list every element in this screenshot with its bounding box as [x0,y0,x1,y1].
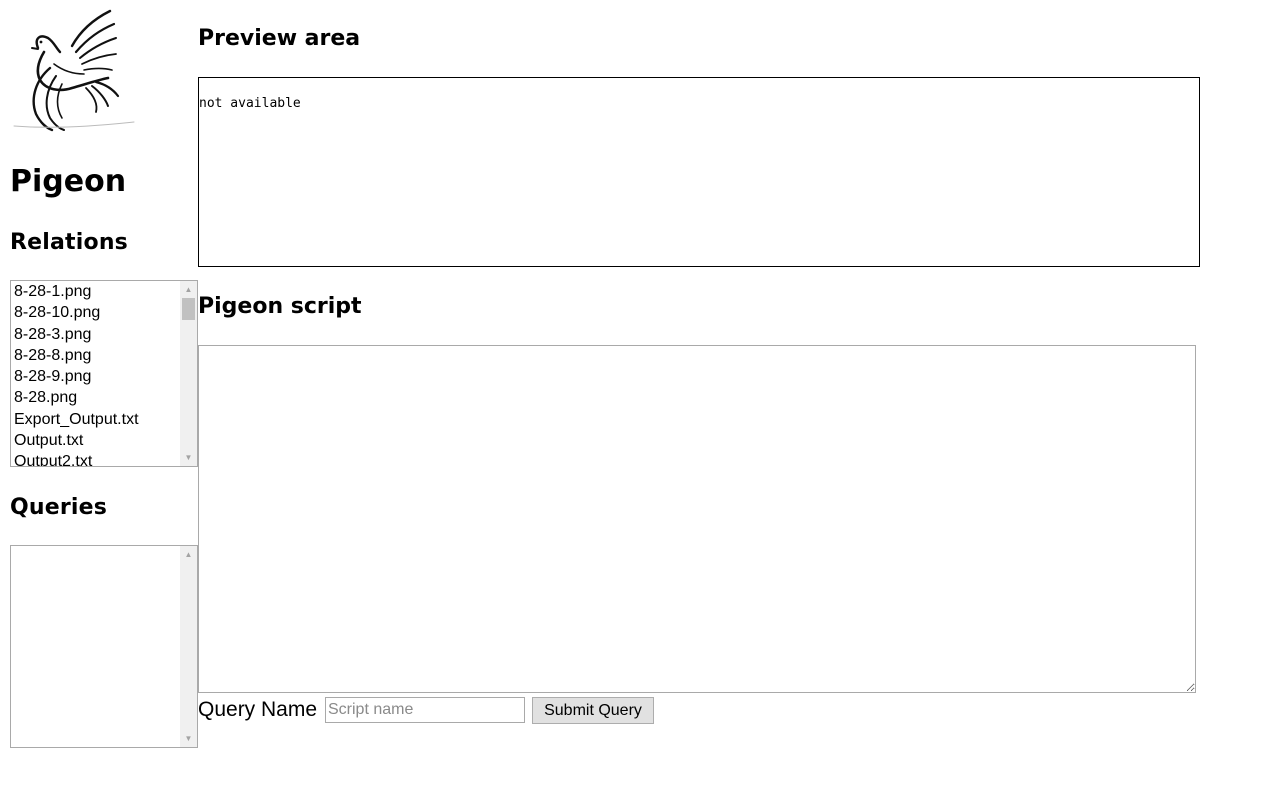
relations-items: 8-28-1.png 8-28-10.png 8-28-3.png 8-28-8.pn… [14,281,180,466]
app-title: Pigeon [10,164,127,199]
relations-item[interactable]: Export_Output.txt [14,409,180,430]
pigeon-page: Pigeon Relations 8-28-1.png 8-28-10.png 8-… [0,0,1269,811]
queries-heading: Queries [10,495,108,520]
relations-item[interactable]: Output.txt [14,430,180,451]
relations-item[interactable]: 8-28-9.png [14,366,180,387]
scroll-down-arrow-icon[interactable]: ▼ [180,730,197,747]
query-name-label: Query Name [198,698,318,721]
submit-query-button[interactable]: Submit Query [532,697,654,724]
relations-scrollbar[interactable]: ▲ ▼ [180,281,197,466]
scroll-down-arrow-icon[interactable]: ▼ [180,449,197,466]
relations-item[interactable]: 8-28-3.png [14,324,180,345]
relations-item[interactable]: 8-28.png [14,387,180,408]
pigeon-logo-icon [13,9,135,132]
scroll-thumb[interactable] [182,298,195,320]
preview-area: not available [198,77,1200,267]
query-name-input[interactable] [325,697,525,723]
relations-listbox[interactable]: 8-28-1.png 8-28-10.png 8-28-3.png 8-28-8.pn… [10,280,198,467]
relations-item[interactable]: 8-28-8.png [14,345,180,366]
preview-heading: Preview area [198,26,361,51]
relations-item[interactable]: Output2.txt [14,451,180,466]
relations-heading: Relations [10,230,128,255]
queries-scrollbar[interactable]: ▲ ▼ [180,546,197,747]
scroll-up-arrow-icon[interactable]: ▲ [180,281,197,298]
script-heading: Pigeon script [198,294,362,319]
relations-item[interactable]: 8-28-10.png [14,302,180,323]
preview-text: not available [199,96,301,111]
script-textarea[interactable] [198,345,1196,693]
queries-listbox[interactable]: ▲ ▼ [10,545,198,748]
scroll-up-arrow-icon[interactable]: ▲ [180,546,197,563]
relations-item[interactable]: 8-28-1.png [14,281,180,302]
